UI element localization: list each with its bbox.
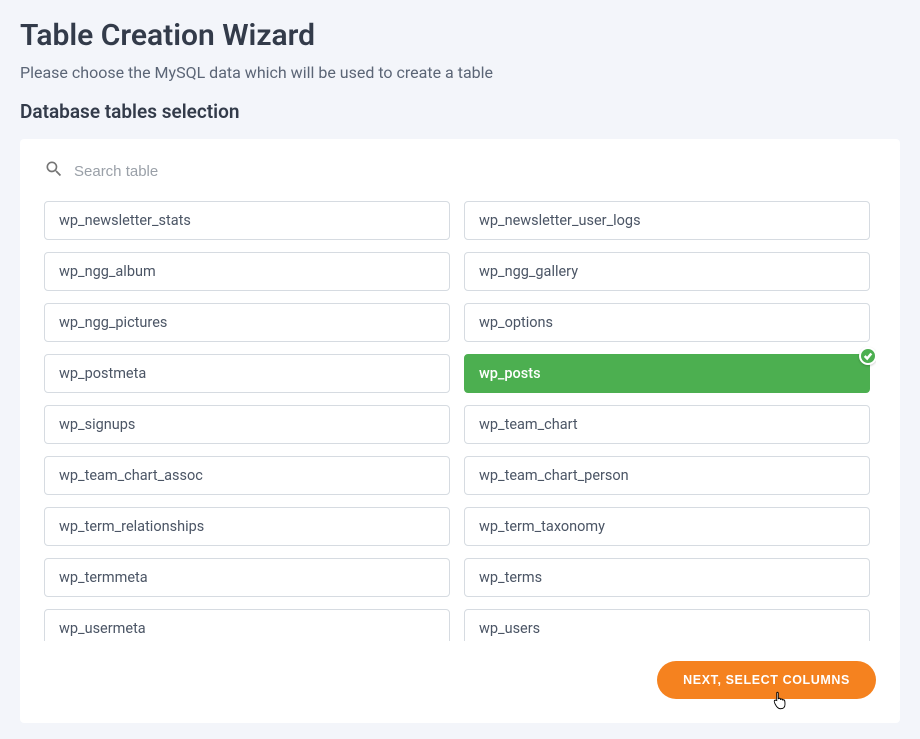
table-item[interactable]: wp_signups — [44, 405, 450, 444]
panel-footer: NEXT, SELECT COLUMNS — [44, 661, 876, 699]
table-item[interactable]: wp_term_taxonomy — [464, 507, 870, 546]
table-item-label: wp_ngg_gallery — [479, 263, 578, 280]
table-item[interactable]: wp_newsletter_stats — [44, 201, 450, 240]
table-item-label: wp_team_chart_person — [479, 467, 629, 484]
table-item-label: wp_options — [479, 314, 553, 331]
next-button[interactable]: NEXT, SELECT COLUMNS — [657, 661, 876, 699]
table-item-label: wp_postmeta — [59, 365, 146, 382]
table-item-label: wp_term_relationships — [59, 518, 204, 535]
table-item[interactable]: wp_team_chart — [464, 405, 870, 444]
table-item[interactable]: wp_postmeta — [44, 354, 450, 393]
page-title: Table Creation Wizard — [20, 18, 900, 53]
table-item-label: wp_terms — [479, 569, 542, 586]
table-item-label: wp_term_taxonomy — [479, 518, 605, 535]
table-item[interactable]: wp_termmeta — [44, 558, 450, 597]
table-item-label: wp_posts — [479, 365, 541, 382]
table-item-label: wp_team_chart_assoc — [59, 467, 203, 484]
table-item-label: wp_ngg_pictures — [59, 314, 167, 331]
table-item[interactable]: wp_newsletter_user_logs — [464, 201, 870, 240]
table-item[interactable]: wp_term_relationships — [44, 507, 450, 546]
check-icon — [859, 347, 876, 365]
table-item[interactable]: wp_ngg_pictures — [44, 303, 450, 342]
table-item[interactable]: wp_terms — [464, 558, 870, 597]
table-item-label: wp_newsletter_user_logs — [479, 212, 641, 229]
search-row — [44, 159, 876, 183]
table-item[interactable]: wp_usermeta — [44, 609, 450, 641]
search-input[interactable] — [74, 163, 274, 180]
page-subtitle: Please choose the MySQL data which will … — [20, 63, 900, 82]
table-item[interactable]: wp_options — [464, 303, 870, 342]
table-item[interactable]: wp_users — [464, 609, 870, 641]
table-scroll[interactable]: wp_newsletter_stats wp_newsletter_user_lo… — [44, 201, 876, 641]
table-grid: wp_newsletter_stats wp_newsletter_user_lo… — [44, 201, 870, 641]
section-title: Database tables selection — [20, 100, 900, 123]
table-item-label: wp_team_chart — [479, 416, 578, 433]
table-item-label: wp_usermeta — [59, 620, 146, 637]
table-item-label: wp_users — [479, 620, 540, 637]
table-item[interactable]: wp_team_chart_assoc — [44, 456, 450, 495]
table-item[interactable]: wp_ngg_album — [44, 252, 450, 291]
table-item[interactable]: wp_ngg_gallery — [464, 252, 870, 291]
table-item[interactable]: wp_team_chart_person — [464, 456, 870, 495]
table-item-label: wp_signups — [59, 416, 135, 433]
table-item-label: wp_ngg_album — [59, 263, 156, 280]
table-item[interactable]: wp_posts — [464, 354, 870, 393]
table-item-label: wp_termmeta — [59, 569, 148, 586]
table-item-label: wp_newsletter_stats — [59, 212, 191, 229]
search-icon — [44, 159, 64, 183]
selection-panel: wp_newsletter_stats wp_newsletter_user_lo… — [20, 139, 900, 723]
